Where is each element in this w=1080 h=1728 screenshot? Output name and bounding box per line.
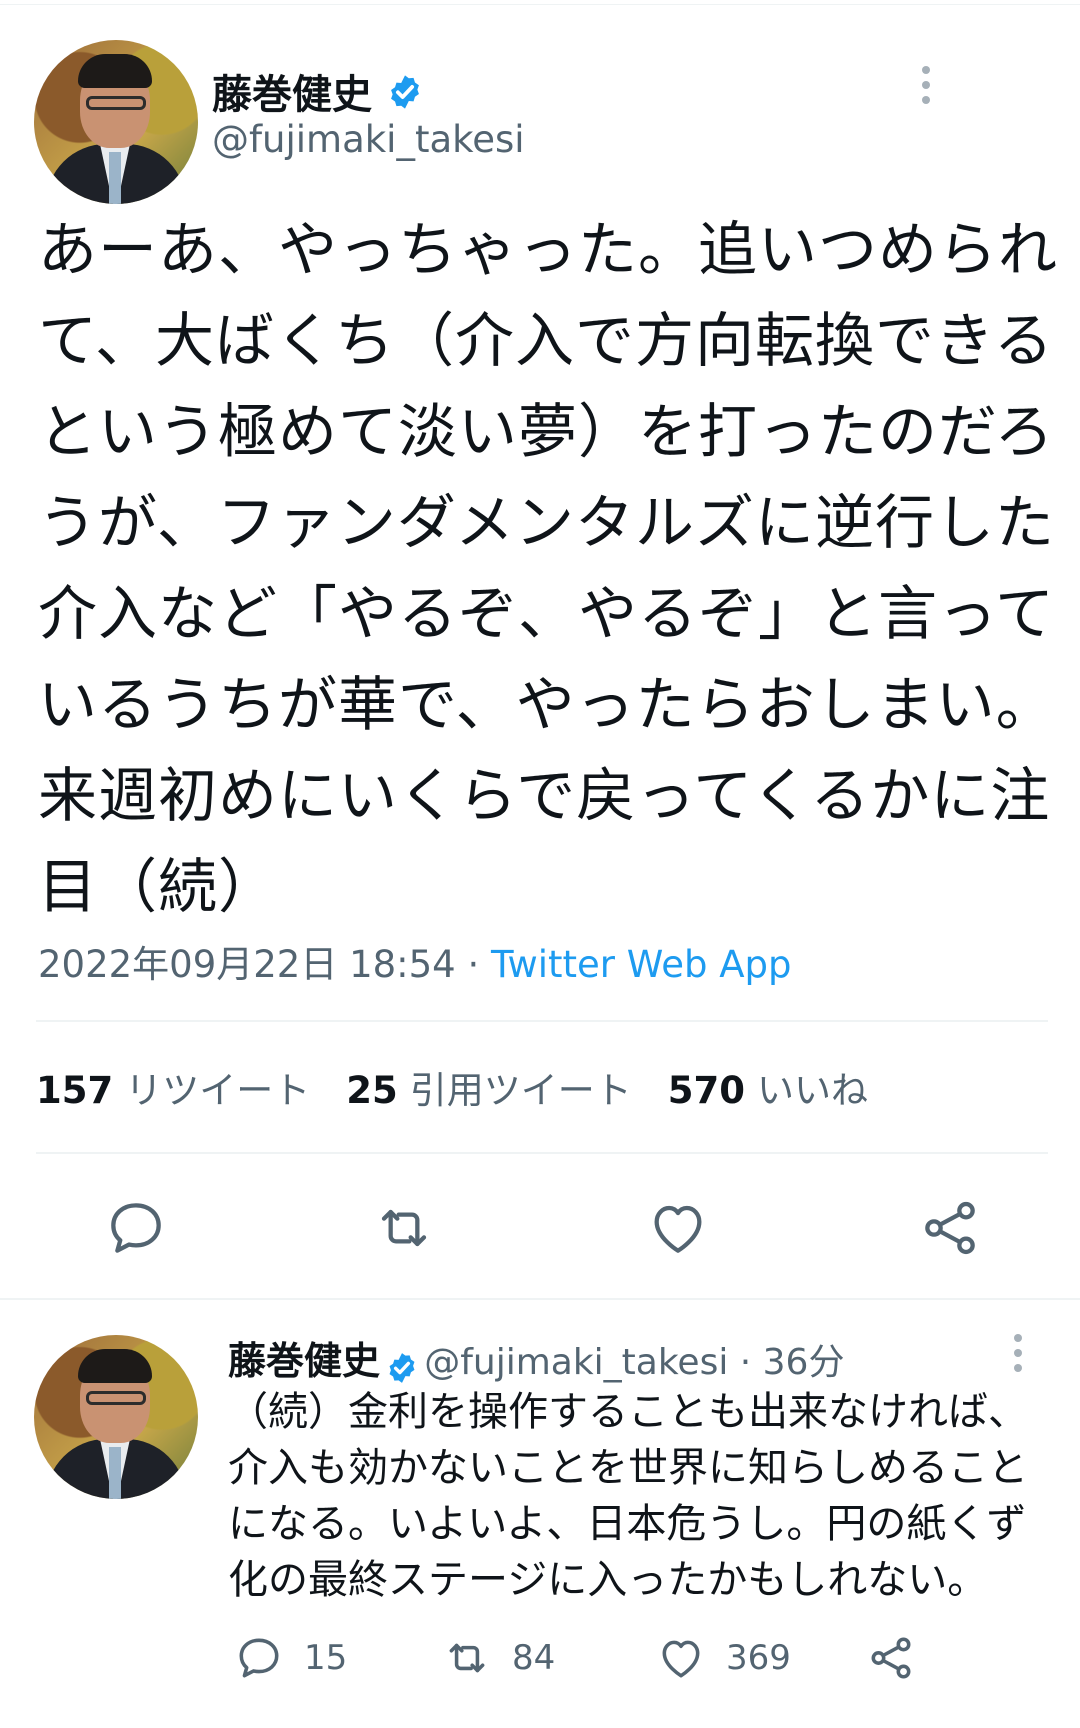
retweets-label: リツイート — [125, 1069, 311, 1112]
source-app-link[interactable]: Twitter Web App — [491, 943, 791, 986]
author-name-row[interactable]: 藤巻健史 — [212, 62, 424, 121]
reply-like-button[interactable]: 369 — [656, 1630, 791, 1686]
like-count: 369 — [726, 1638, 791, 1678]
reply-text-line: になる。いよいよ、日本危うし。円の紙くず — [228, 1501, 1027, 1547]
tweet-timestamp[interactable]: 2022年09月22日 18:54 — [38, 943, 456, 986]
reply-share-button[interactable] — [866, 1630, 916, 1686]
like-icon — [662, 1640, 700, 1678]
retweet-count: 84 — [512, 1638, 556, 1678]
tweet-text-line: 来週初めにいくらで戻ってくるかに注 — [38, 761, 1051, 830]
tweet-text-line: 目（続） — [38, 852, 279, 921]
likes-label: いいね — [756, 1069, 868, 1112]
reply-count: 15 — [304, 1638, 348, 1678]
retweet-button[interactable] — [372, 1196, 436, 1260]
like-icon — [654, 1205, 702, 1253]
author-name[interactable]: 藤巻健史 — [212, 72, 372, 118]
reply-icon — [111, 1203, 161, 1253]
like-button[interactable] — [646, 1196, 710, 1260]
reply-text-line: 介入も効かないことを世界に知らしめること — [228, 1445, 1028, 1491]
share-icon — [925, 1201, 975, 1255]
divider — [36, 1152, 1048, 1154]
reply-text-line: 化の最終ステージに入ったかもしれない。 — [228, 1557, 988, 1603]
reply-author-name[interactable]: 藤巻健史 — [228, 1339, 380, 1383]
likes-stat[interactable]: 570 いいね — [668, 1069, 904, 1112]
tweet-text-line: 介入など「やるぞ、やるぞ」と言って — [38, 579, 1056, 648]
verified-badge-icon — [385, 1351, 419, 1389]
reply-button[interactable] — [104, 1196, 168, 1260]
reply-reply-button[interactable]: 15 — [234, 1630, 347, 1686]
divider — [0, 1298, 1080, 1300]
tweet-text-line: て、大ばくち（介入で方向転換できる — [38, 306, 1054, 375]
share-icon — [871, 1637, 911, 1679]
quotes-label: 引用ツイート — [409, 1069, 632, 1112]
top-divider — [0, 4, 1080, 5]
meta-separator: · — [455, 943, 492, 986]
retweets-count: 157 — [36, 1069, 114, 1112]
quotes-stat[interactable]: 25 引用ツイート — [346, 1069, 668, 1112]
verified-badge-icon — [386, 73, 424, 121]
reply-icon — [239, 1638, 279, 1678]
divider — [36, 1020, 1048, 1022]
reply-author-avatar[interactable] — [34, 1335, 198, 1499]
tweet-text-line: という極めて淡い夢）を打ったのだろ — [38, 397, 1055, 466]
quotes-count: 25 — [346, 1069, 398, 1112]
engagement-stats: 157 リツイート 25 引用ツイート 570 いいね — [36, 1060, 904, 1114]
retweet-icon — [381, 1209, 427, 1247]
tweet-text-line: いるうちが華で、やったらおしまい。 — [38, 670, 1056, 739]
share-button[interactable] — [918, 1196, 982, 1260]
likes-count: 570 — [667, 1069, 745, 1112]
retweet-icon — [449, 1643, 485, 1673]
reply-text: （続）金利を操作することも出来なければ、 介入も効かないことを世界に知らしめるこ… — [228, 1384, 1048, 1608]
author-avatar[interactable] — [34, 40, 198, 204]
tweet-text-line: うが、ファンダメンタルズに逆行した — [38, 488, 1056, 557]
tweet-text: あーあ、やっちゃった。追いつめられ て、大ばくち（介入で方向転換できる という極… — [38, 204, 1059, 932]
tweet-text-line: あーあ、やっちゃった。追いつめられ — [38, 215, 1059, 284]
more-options-icon[interactable] — [1012, 1334, 1024, 1379]
retweets-stat[interactable]: 157 リツイート — [36, 1069, 346, 1112]
reply-handle-time[interactable]: @fujimaki_takesi · 36分 — [424, 1342, 844, 1383]
reply-header: 藤巻健史 @fujimaki_takesi · 36分 — [228, 1330, 844, 1389]
reply-retweet-button[interactable]: 84 — [442, 1630, 555, 1686]
reply-text-line: （続）金利を操作することも出来なければ、 — [228, 1389, 1028, 1435]
tweet-meta: 2022年09月22日 18:54 · Twitter Web App — [38, 934, 792, 988]
author-handle[interactable]: @fujimaki_takesi — [212, 118, 525, 161]
more-options-icon[interactable] — [920, 66, 932, 111]
